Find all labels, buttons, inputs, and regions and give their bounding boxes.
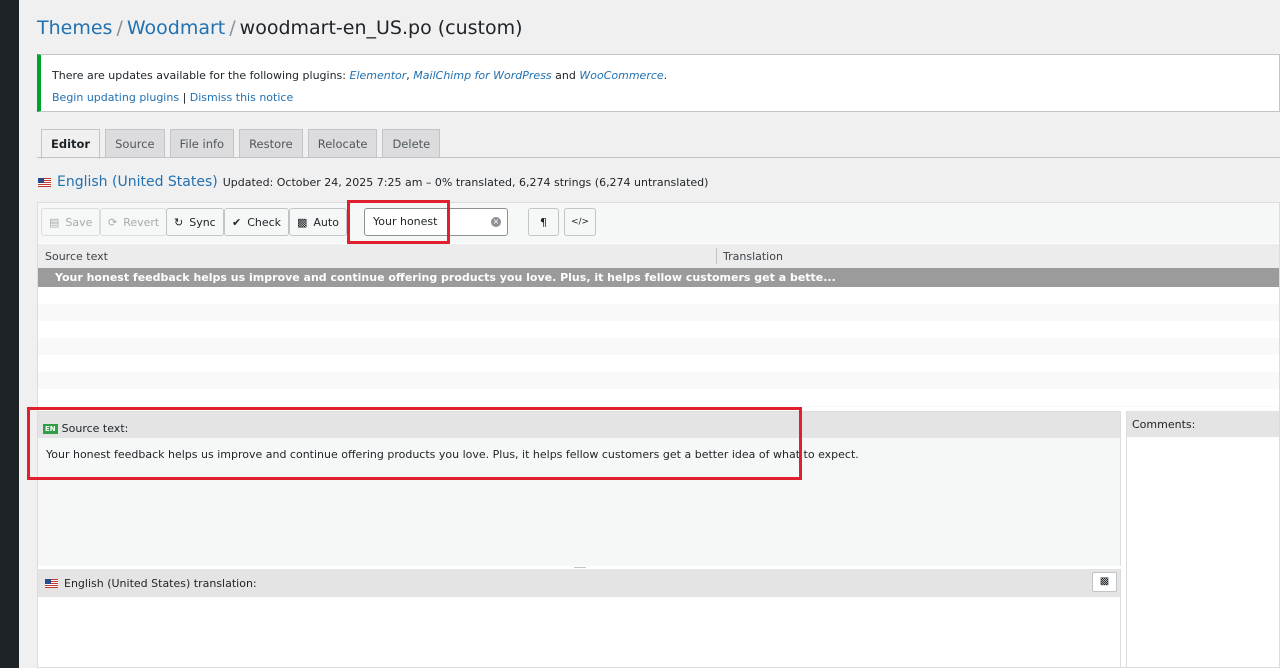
begin-updating-link[interactable]: Begin updating plugins: [52, 91, 179, 104]
revert-icon: ⟳: [108, 215, 118, 229]
invisibles-toggle-button[interactable]: ¶: [528, 208, 559, 236]
pilcrow-icon: ¶: [540, 215, 547, 229]
translation-pane-header: English (United States) translation: ▩: [38, 569, 1120, 597]
notice-intro: There are updates available for the foll…: [52, 69, 350, 82]
sync-label: Sync: [189, 215, 216, 229]
tab-editor[interactable]: Editor: [41, 129, 101, 159]
plugin-link-mailchimp[interactable]: MailChimp for WordPress: [413, 69, 551, 82]
comments-pane: Comments:: [1126, 411, 1279, 667]
tab-restore[interactable]: Restore: [239, 129, 303, 158]
locale-info: English (United States) Updated: October…: [38, 174, 708, 190]
check-icon: ✔: [232, 215, 242, 229]
tab-delete[interactable]: Delete: [382, 129, 441, 158]
breadcrumb-current-file: woodmart-en_US.po (custom): [239, 17, 523, 39]
revert-label: Revert: [123, 215, 160, 229]
notice-message: There are updates available for the foll…: [52, 69, 1267, 82]
translation-pane: English (United States) translation: ▩: [38, 569, 1121, 667]
auto-translate-string-button[interactable]: ▩: [1092, 572, 1117, 592]
revert-button[interactable]: ⟳ Revert: [100, 208, 168, 236]
dismiss-notice-link[interactable]: Dismiss this notice: [190, 91, 293, 104]
notice-and: and: [551, 69, 580, 82]
column-source-text[interactable]: Source text: [45, 250, 108, 263]
us-flag-icon: [38, 177, 51, 187]
plugin-link-elementor[interactable]: Elementor: [350, 69, 407, 82]
sync-icon: ↻: [174, 215, 184, 229]
selected-string-row[interactable]: Your honest feedback helps us improve an…: [38, 268, 1279, 287]
code-view-toggle-button[interactable]: </>: [564, 208, 596, 236]
breadcrumb-themes-link[interactable]: Themes: [37, 17, 112, 39]
tab-file-info[interactable]: File info: [169, 129, 235, 158]
plugin-update-notice: There are updates available for the foll…: [37, 54, 1280, 112]
main-content: Themes / Woodmart / woodmart-en_US.po (custo…: [19, 0, 1280, 668]
breadcrumb-separator: /: [116, 17, 123, 39]
robot-icon: ▩: [1099, 576, 1110, 587]
us-flag-icon: [45, 578, 58, 588]
check-button[interactable]: ✔ Check: [224, 208, 290, 236]
notice-pipe: |: [179, 91, 190, 104]
save-icon: ▤: [49, 215, 60, 229]
locale-name[interactable]: English (United States): [57, 174, 218, 190]
string-list-header: Source text Translation: [38, 244, 1279, 268]
robot-icon: ▩: [297, 215, 308, 229]
search-highlight-box: [347, 200, 450, 244]
breadcrumb-separator: /: [229, 17, 236, 39]
auto-translate-button[interactable]: ▩ Auto: [289, 208, 347, 236]
column-divider[interactable]: [716, 248, 717, 264]
notice-actions: Begin updating plugins | Dismiss this no…: [52, 91, 1267, 104]
plugin-link-woocommerce[interactable]: WooCommerce: [579, 69, 663, 82]
locale-status: Updated: October 24, 2025 7:25 am – 0% t…: [222, 175, 709, 189]
string-list-empty-rows: [38, 287, 1279, 407]
comments-pane-label: Comments:: [1127, 411, 1279, 437]
breadcrumb-theme-link[interactable]: Woodmart: [127, 17, 225, 39]
source-highlight-box: [27, 407, 802, 480]
sync-button[interactable]: ↻ Sync: [166, 208, 224, 236]
po-editor: ▤ Save ⟳ Revert ↻ Sync ✔ Check ▩ Auto Your ho…: [27, 200, 1280, 668]
translation-pane-label: English (United States) translation:: [64, 576, 257, 590]
breadcrumb: Themes / Woodmart / woodmart-en_US.po (custo…: [37, 17, 523, 39]
tab-divider: [37, 157, 1280, 158]
save-button[interactable]: ▤ Save: [41, 208, 101, 236]
check-label: Check: [247, 215, 282, 229]
tab-relocate[interactable]: Relocate: [307, 129, 378, 158]
editor-toolbar: ▤ Save ⟳ Revert ↻ Sync ✔ Check ▩ Auto Your ho…: [38, 200, 1279, 244]
clear-search-icon[interactable]: ×: [491, 217, 501, 227]
auto-label: Auto: [313, 215, 339, 229]
code-icon: </>: [570, 217, 590, 227]
tab-source[interactable]: Source: [105, 129, 165, 158]
save-label: Save: [65, 215, 93, 229]
column-translation[interactable]: Translation: [723, 250, 783, 263]
notice-dot: .: [663, 69, 668, 82]
admin-sidebar: [0, 0, 19, 668]
editor-tabs: Editor Source File info Restore Relocate…: [41, 129, 441, 159]
